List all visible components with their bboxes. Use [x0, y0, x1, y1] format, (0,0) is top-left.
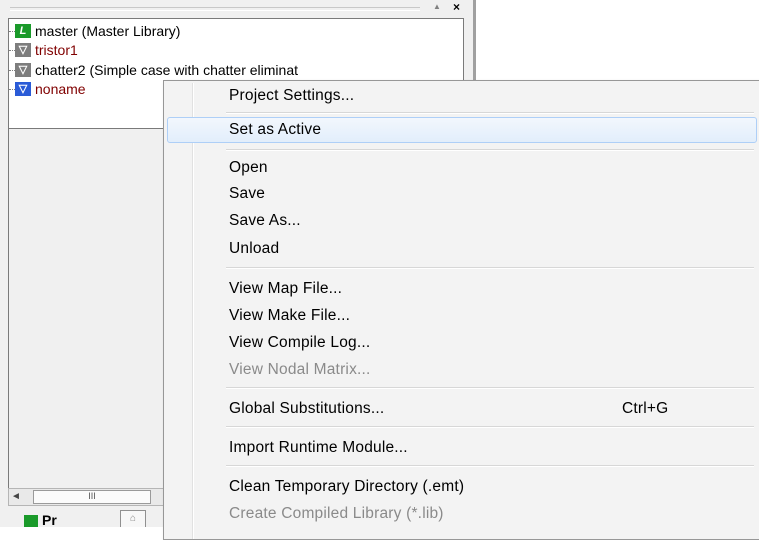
- menu-item-label: View Compile Log...: [229, 334, 371, 351]
- menu-item-label: Create Compiled Library (*.lib): [229, 505, 444, 522]
- menu-item-label: Open: [229, 159, 268, 176]
- tree-item-chatter2[interactable]: ▽ chatter2 (Simple case with chatter eli…: [9, 61, 465, 80]
- tree-item-master[interactable]: L master (Master Library): [9, 22, 465, 41]
- tab-secondary[interactable]: ⌂: [120, 510, 146, 527]
- tree-item-tristor1[interactable]: ▽ tristor1: [9, 41, 465, 60]
- library-icon: L: [15, 24, 31, 38]
- tree-item-label: noname: [35, 81, 86, 97]
- close-icon[interactable]: ×: [453, 0, 460, 14]
- case-icon: ▽: [15, 63, 31, 77]
- menu-item-unload[interactable]: Unload: [167, 236, 757, 262]
- menu-item-view-compile-log[interactable]: View Compile Log...: [167, 330, 757, 356]
- scroll-left-icon[interactable]: ◄: [11, 489, 21, 505]
- menu-item-label: View Make File...: [229, 307, 351, 324]
- menu-item-label: Unload: [229, 240, 280, 257]
- projects-tab-icon: [24, 515, 38, 528]
- menu-item-label: Save: [229, 185, 266, 202]
- tab-projects-label: Pr: [42, 512, 57, 528]
- scroll-thumb[interactable]: III: [33, 490, 151, 504]
- pin-icon[interactable]: ▲: [433, 2, 441, 11]
- menu-item-save-as[interactable]: Save As...: [167, 208, 757, 234]
- panel-grip[interactable]: [10, 7, 420, 11]
- menu-item-import-runtime-module[interactable]: Import Runtime Module...: [167, 435, 757, 461]
- tab-icon: ⌂: [129, 513, 137, 524]
- menu-item-clean-temporary-directory[interactable]: Clean Temporary Directory (.emt): [167, 474, 757, 500]
- menu-item-label: Save As...: [229, 212, 301, 229]
- menu-separator: [226, 426, 754, 428]
- menu-item-project-settings[interactable]: Project Settings...: [167, 83, 757, 109]
- menu-item-label: View Map File...: [229, 280, 343, 297]
- menu-item-view-nodal-matrix[interactable]: View Nodal Matrix...: [167, 357, 757, 383]
- menu-separator: [226, 149, 754, 151]
- panel-header: ▲ ×: [8, 0, 468, 16]
- menu-item-view-map-file[interactable]: View Map File...: [167, 276, 757, 302]
- tree-item-label: chatter2 (Simple case with chatter elimi…: [35, 62, 298, 78]
- menu-item-label: Set as Active: [229, 121, 322, 138]
- menu-separator: [226, 465, 754, 467]
- menu-item-view-make-file[interactable]: View Make File...: [167, 303, 757, 329]
- tree-item-label: master (Master Library): [35, 23, 181, 39]
- menu-item-label: Import Runtime Module...: [229, 439, 408, 456]
- menu-separator: [226, 267, 754, 269]
- menu-item-open[interactable]: Open: [167, 155, 757, 181]
- menu-item-label: View Nodal Matrix...: [229, 361, 371, 378]
- tree-item-label: tristor1: [35, 42, 78, 58]
- menu-item-label: Global Substitutions...: [229, 400, 385, 417]
- active-case-icon: ▽: [15, 82, 31, 96]
- menu-item-set-as-active[interactable]: Set as Active: [167, 117, 757, 143]
- context-menu: Project Settings... Set as Active Open S…: [163, 80, 759, 540]
- menu-separator: [226, 112, 754, 114]
- menu-item-label: Project Settings...: [229, 87, 355, 104]
- menu-item-global-substitutions[interactable]: Global Substitutions... Ctrl+G: [167, 396, 757, 422]
- menu-item-create-compiled-library[interactable]: Create Compiled Library (*.lib): [167, 501, 757, 527]
- menu-item-save[interactable]: Save: [167, 181, 757, 207]
- menu-item-shortcut: Ctrl+G: [622, 400, 669, 417]
- panel-tabs: Pr ⌂: [8, 510, 178, 528]
- menu-item-label: Clean Temporary Directory (.emt): [229, 478, 465, 495]
- case-icon: ▽: [15, 43, 31, 57]
- tab-projects[interactable]: Pr: [24, 512, 57, 528]
- horizontal-scrollbar[interactable]: ◄ III: [8, 488, 168, 506]
- menu-separator: [226, 387, 754, 389]
